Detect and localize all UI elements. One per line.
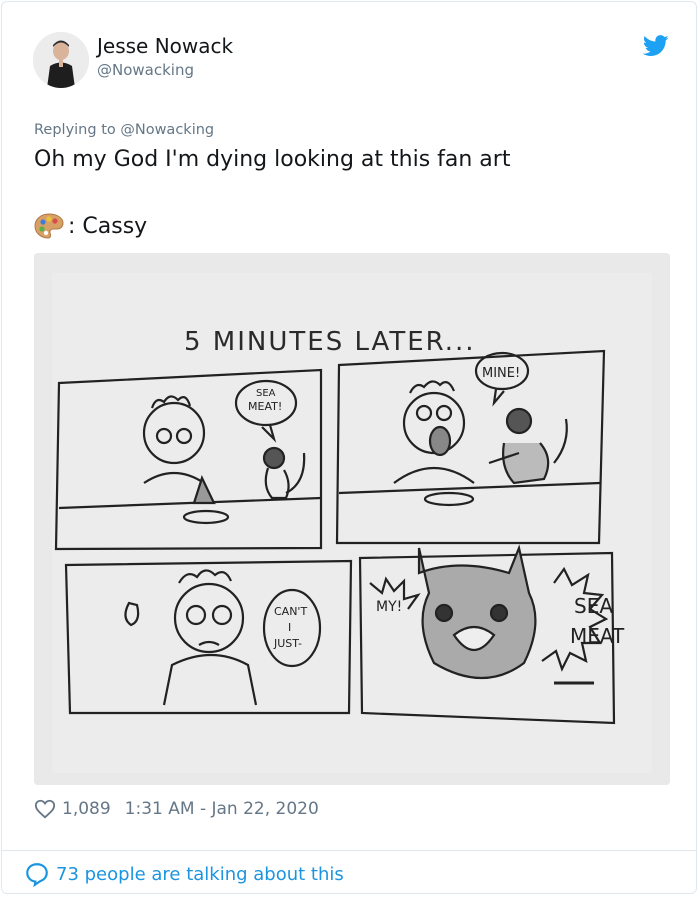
like-count[interactable]: 1,089 [62,799,111,819]
comic-title: 5 MINUTES LATER... [184,327,476,357]
twitter-bird-icon[interactable] [643,35,669,57]
replying-to[interactable]: Replying to @Nowacking [34,122,214,138]
panel2-bubble: MINE! [482,366,520,381]
panel4-left-text: MY! [376,599,402,615]
talking-text[interactable]: 73 people are talking about this [56,864,344,885]
panel3-bubble-line3: JUST- [273,637,302,650]
conversation-link[interactable]: 73 people are talking about this [24,861,344,887]
heart-icon[interactable] [34,798,56,820]
panel1-bubble-line1: SEA [256,388,276,399]
panel3-bubble-line1: CAN'T [274,605,307,618]
credit-text: : Cassy [68,213,148,239]
tweet-image[interactable]: 5 MINUTES LATER... SEA MEAT! MINE! CAN'T… [34,253,670,785]
divider [2,850,696,851]
panel1-bubble-line2: MEAT! [248,400,282,413]
user-name[interactable]: Jesse Nowack [97,34,233,58]
timestamp[interactable]: 1:31 AM - Jan 22, 2020 [125,799,319,819]
tweet-card: Jesse Nowack @Nowacking Replying to @Now… [1,1,697,894]
tweet-text: Oh my God I'm dying looking at this fan … [34,147,511,172]
avatar[interactable] [33,32,89,88]
artist-credit: : Cassy [34,212,147,240]
panel4-right-line2: MEAT [570,624,625,648]
tweet-meta: 1,089 1:31 AM - Jan 22, 2020 [34,798,319,820]
user-handle[interactable]: @Nowacking [97,61,194,79]
panel3-bubble-line2: I [288,621,291,634]
comment-bubble-icon [26,863,48,887]
palette-icon [34,213,64,239]
panel4-right-line1: SEA [574,594,613,618]
